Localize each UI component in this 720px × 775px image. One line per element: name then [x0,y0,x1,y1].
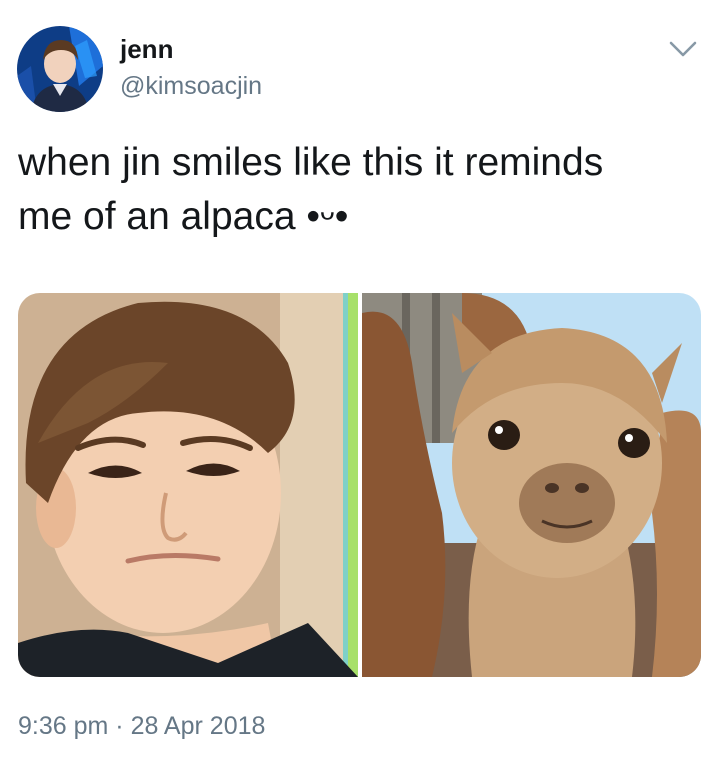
tweet-text: when jin smiles like this it reminds me … [18,141,604,238]
media-grid [18,293,701,677]
tweet-date: 28 Apr 2018 [130,712,266,740]
avatar-image [17,26,103,112]
timestamp-separator: · [108,712,131,740]
photo-person[interactable] [18,293,358,677]
photo-alpaca[interactable] [362,293,701,677]
tweet-time: 9:36 pm [18,712,109,740]
chevron-down-icon[interactable] [668,38,698,60]
tweet-timestamp[interactable]: 9:36 pm · 28 Apr 2018 [18,712,265,741]
avatar[interactable] [17,26,103,112]
user-handle[interactable]: @kimsoacjin [120,72,262,101]
display-name[interactable]: jenn [120,34,173,65]
tweet-card: jenn @kimsoacjin when jin smiles like th… [0,0,720,775]
